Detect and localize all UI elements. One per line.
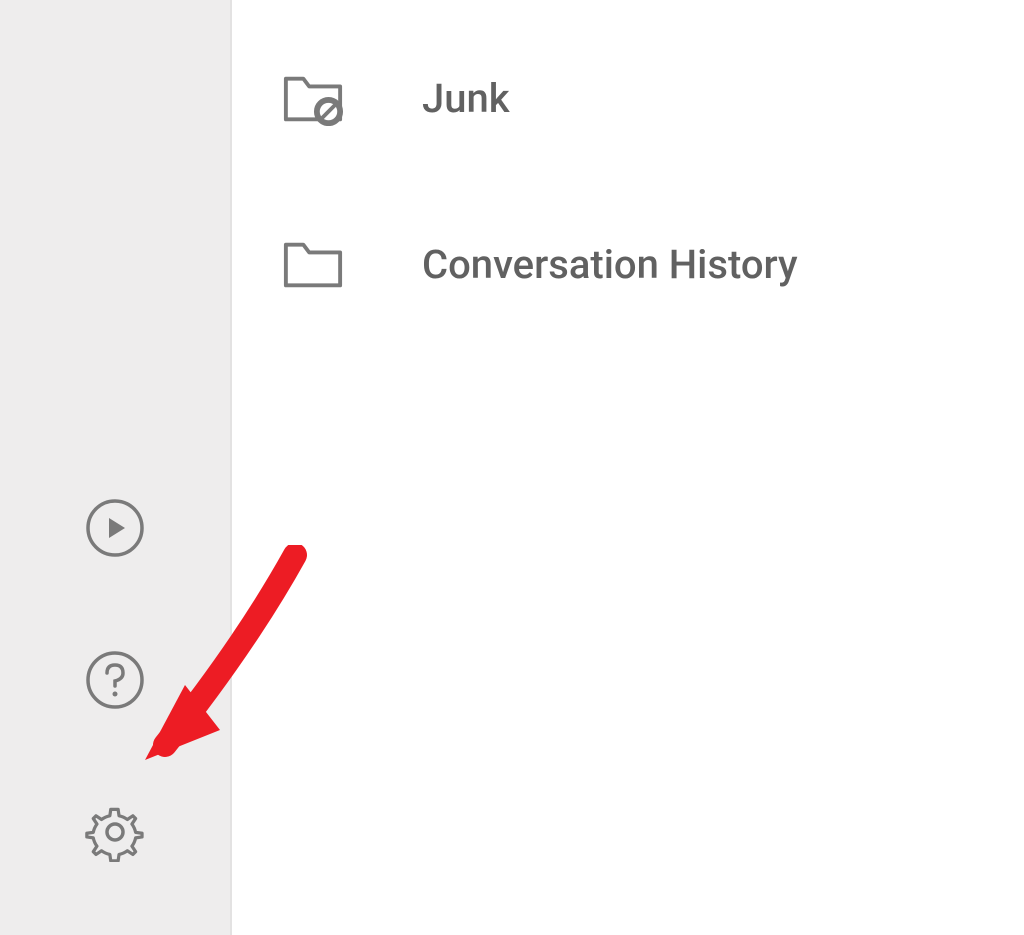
- play-icon: [85, 498, 145, 562]
- rail-bottom-icons: [0, 499, 230, 865]
- folder-label: Junk: [422, 75, 510, 122]
- help-icon: [85, 650, 145, 714]
- play-button[interactable]: [84, 499, 146, 561]
- gear-icon: [85, 802, 145, 866]
- folder-icon: [282, 236, 344, 292]
- app-container: Junk Conversation History: [0, 0, 1024, 935]
- folder-item-conversation-history[interactable]: Conversation History: [232, 206, 1024, 322]
- folder-label: Conversation History: [422, 241, 798, 288]
- left-rail: [0, 0, 232, 935]
- folder-item-junk[interactable]: Junk: [232, 40, 1024, 156]
- help-button[interactable]: [84, 651, 146, 713]
- folder-list: Junk Conversation History: [232, 0, 1024, 935]
- settings-button[interactable]: [84, 803, 146, 865]
- junk-folder-icon: [282, 70, 344, 126]
